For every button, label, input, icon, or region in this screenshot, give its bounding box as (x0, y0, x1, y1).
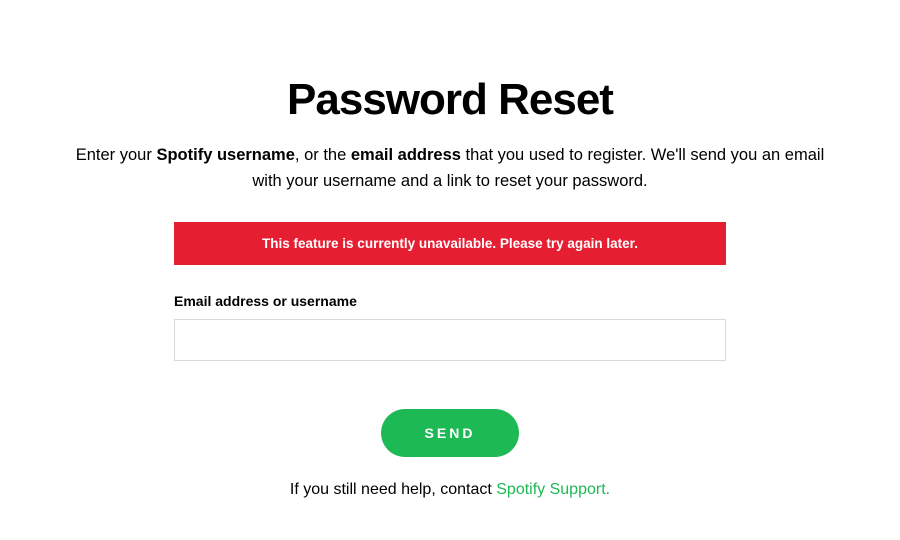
help-text: If you still need help, contact Spotify … (290, 481, 610, 499)
instructions-bold-username: Spotify username (156, 146, 294, 164)
instructions-part2: , or the (295, 146, 351, 164)
email-username-input[interactable] (174, 319, 726, 361)
support-link[interactable]: Spotify Support. (496, 481, 610, 498)
error-banner: This feature is currently unavailable. P… (174, 222, 726, 265)
instructions-bold-email: email address (351, 146, 461, 164)
form-section: Email address or username (174, 293, 726, 361)
send-button[interactable]: SEND (381, 409, 520, 457)
error-message: This feature is currently unavailable. P… (262, 236, 638, 251)
help-prefix: If you still need help, contact (290, 481, 496, 498)
instructions-text: Enter your Spotify username, or the emai… (70, 143, 830, 194)
instructions-part1: Enter your (76, 146, 157, 164)
email-username-label: Email address or username (174, 293, 726, 309)
page-title: Password Reset (287, 75, 613, 125)
